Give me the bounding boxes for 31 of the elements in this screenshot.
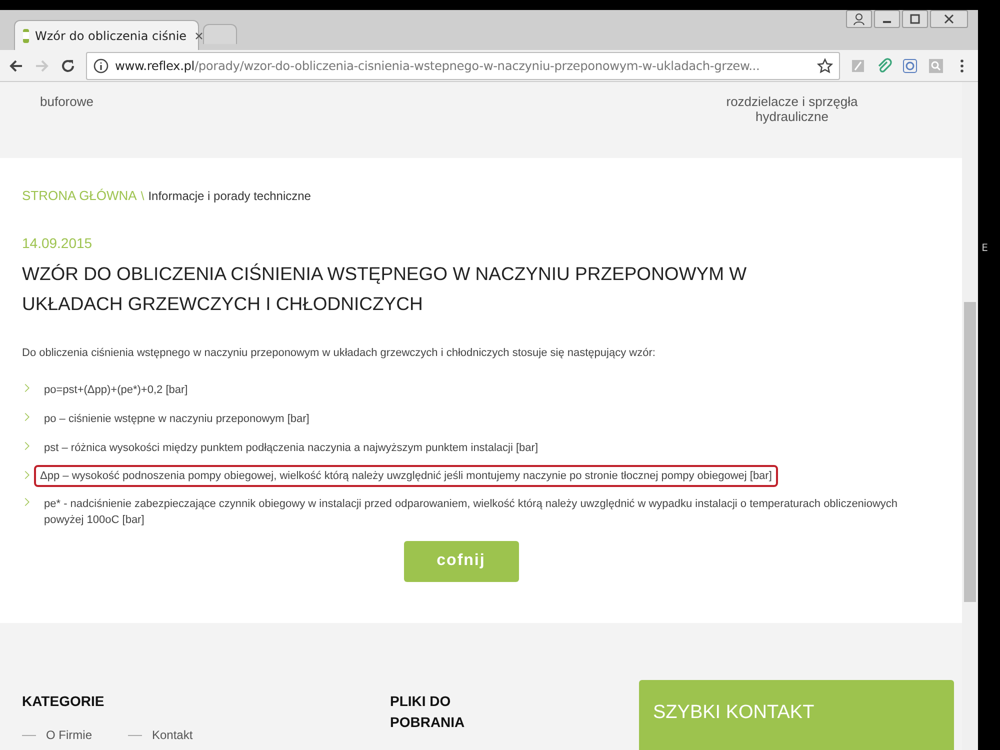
reload-icon[interactable] bbox=[60, 58, 76, 74]
article-date: 14.09.2015 bbox=[22, 234, 94, 251]
contact-panel: SZYBKI KONTAKT bbox=[639, 680, 954, 750]
close-icon[interactable] bbox=[192, 30, 205, 42]
breadcrumb-separator: \ bbox=[140, 188, 144, 203]
category-label[interactable]: rozdzielacze i sprzęgła hydrauliczne bbox=[712, 94, 872, 158]
close-icon[interactable] bbox=[930, 10, 968, 28]
paperclip-icon[interactable] bbox=[876, 58, 892, 74]
formula-item: po=pst+(Δpp)+(pe*)+0,2 [bar] bbox=[43, 382, 189, 398]
maximize-icon[interactable] bbox=[902, 10, 928, 28]
article-title: WZÓR DO OBLICZENIA CIŚNIENIA WSTĘPNEGO W NACZYNIU PRZEPONOWYM W UKŁADACH GRZEWCZYCH I CHŁODNICZYCH bbox=[22, 262, 748, 316]
formula-item: Δpp – wysokość podnoszenia pompy obiegowej, wielkość którą należy uwzględnić jeśli montujemy naczynie po stronie tłocznej pompy obiegowej [bar] bbox=[34, 464, 778, 487]
footer-link[interactable]: Kontakt bbox=[152, 728, 193, 742]
star-icon[interactable] bbox=[817, 58, 833, 74]
info-icon bbox=[93, 58, 109, 74]
footer-link[interactable]: O Firmie bbox=[46, 728, 92, 742]
formula-item: po – ciśnienie wstępne w naczyniu przeponowym [bar] bbox=[43, 412, 310, 427]
formula-item: pst – różnica wysokości między punktem podłączenia naczynia a najwyższym punktem instalacji [bar] bbox=[43, 440, 539, 456]
back-arrow-icon[interactable] bbox=[8, 58, 24, 74]
formula-item: pe* - nadciśnienie zabezpieczające czynnik obiegowy w instalacji przed odparowaniem, wielkość którą należy uwzględnić w wypadku instalacji o temperaturach obliczeniowych powyżej 100oC [bar] bbox=[43, 496, 899, 528]
user-icon[interactable] bbox=[846, 10, 872, 28]
intro-paragraph: Do obliczenia ciśnienia wstępnego w naczyniu przeponowym w układach grzewczych i chłodniczych stosuje się następujący wzór: bbox=[22, 346, 656, 359]
footer-heading: KATEGORIE bbox=[22, 692, 106, 711]
edge-letter: E bbox=[982, 243, 988, 254]
breadcrumb-current: Informacje i porady techniczne bbox=[148, 188, 311, 203]
site-favicon bbox=[23, 28, 29, 42]
category-label[interactable]: buforowe bbox=[40, 94, 94, 158]
footer-heading: PLIKI DO POBRANIA bbox=[390, 692, 466, 732]
address-bar[interactable]: www.reflex.pl/porady/wzor-do-obliczenia-cisnienia-wstepnego-w-naczyniu-przeponowym-w-ukladach-grzew... bbox=[86, 52, 840, 80]
scrollbar[interactable] bbox=[962, 82, 978, 750]
minimize-icon[interactable] bbox=[874, 10, 900, 28]
